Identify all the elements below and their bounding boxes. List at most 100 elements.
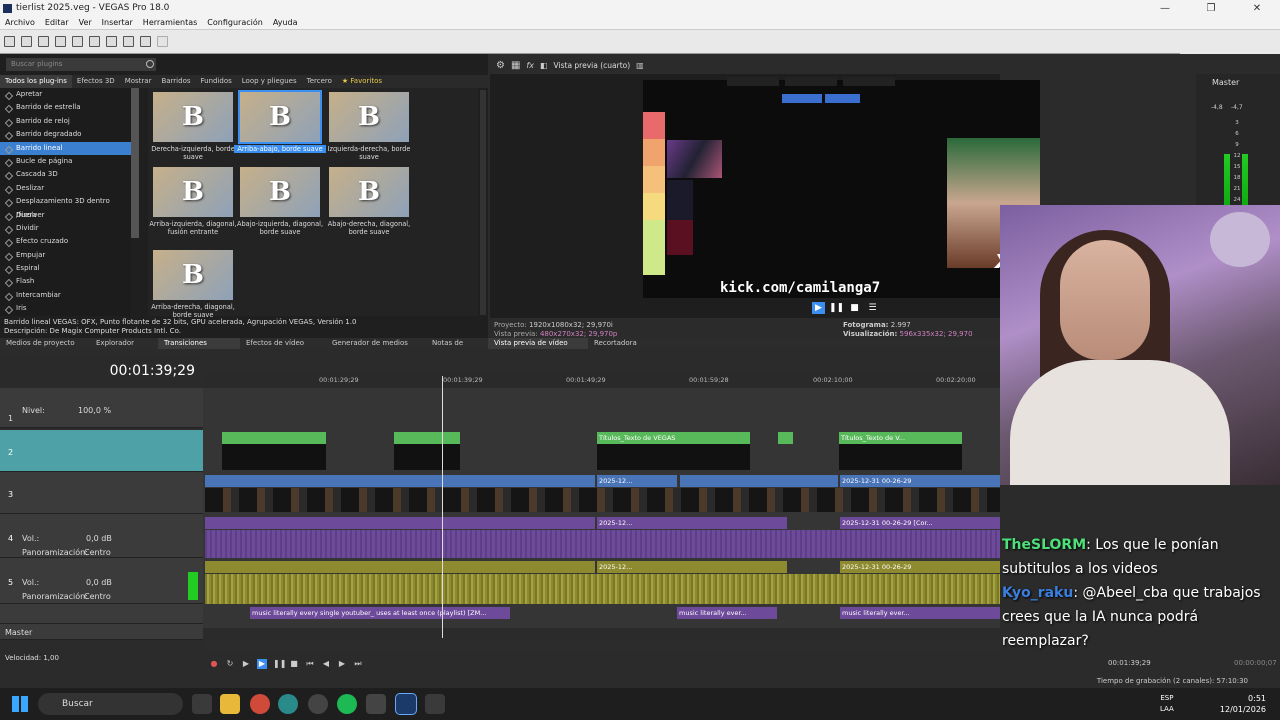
project-settings-icon[interactable]: ▦: [511, 60, 520, 71]
copilot-icon[interactable]: [192, 694, 212, 714]
preset-thumbnail[interactable]: B: [153, 167, 233, 217]
stop-icon[interactable]: ■: [289, 659, 299, 669]
menu-archivo[interactable]: Archivo: [0, 18, 40, 27]
record-icon[interactable]: ●: [209, 659, 219, 669]
language-indicator[interactable]: ESP LAA: [1160, 693, 1174, 715]
menu-insertar[interactable]: Insertar: [97, 18, 138, 27]
audio-clip[interactable]: 2025-12...: [597, 517, 787, 529]
save-as-icon[interactable]: [55, 36, 66, 47]
preset-thumbnail-selected[interactable]: B: [238, 90, 322, 144]
loop-icon[interactable]: ↻: [225, 659, 235, 669]
title-clip[interactable]: Títulos_Texto de VEGAS: [597, 432, 750, 444]
taskbar-clock[interactable]: 0:51 12/01/2026: [1220, 693, 1266, 715]
play-icon[interactable]: ▶: [812, 302, 825, 314]
list-item[interactable]: Espiral: [0, 262, 131, 275]
audio-clip[interactable]: 2025-12...: [597, 561, 787, 573]
list-item[interactable]: Barrido degradado: [0, 128, 131, 141]
music-track-header[interactable]: [0, 604, 203, 624]
tab-media-generator[interactable]: Generador de medios: [326, 338, 426, 349]
preset-thumbnail[interactable]: B: [153, 92, 233, 142]
steam-icon[interactable]: [425, 694, 445, 714]
video-clip[interactable]: [205, 475, 595, 487]
menu-icon[interactable]: ☰: [866, 302, 879, 314]
master-track-header[interactable]: Master: [0, 624, 203, 640]
audio-clip[interactable]: 2025-12-31 00-26-29 [Cor...: [840, 517, 1000, 529]
menu-ver[interactable]: Ver: [74, 18, 97, 27]
play-icon[interactable]: ▶: [257, 658, 267, 669]
list-item[interactable]: Cascada 3D: [0, 168, 131, 181]
preset-thumbnail[interactable]: B: [240, 167, 320, 217]
properties-icon[interactable]: [72, 36, 83, 47]
title-clip-body[interactable]: [394, 444, 460, 470]
list-item[interactable]: Bucle de página: [0, 155, 131, 168]
tab-all-plugins[interactable]: Todos los plug-ins: [0, 75, 72, 88]
playhead-cursor[interactable]: [442, 376, 443, 638]
preset-thumbnail[interactable]: B: [153, 250, 233, 300]
tab-video-effects[interactable]: Efectos de vídeo: [240, 338, 326, 349]
video-clip[interactable]: 2025-12-31 00-26-29: [840, 475, 1000, 487]
list-item[interactable]: Disolver: [0, 209, 131, 222]
save-icon[interactable]: [38, 36, 49, 47]
video-clip[interactable]: [680, 475, 838, 487]
undo-icon[interactable]: [140, 36, 151, 47]
music-clip[interactable]: music literally ever...: [677, 607, 777, 619]
windows-start-icon[interactable]: [12, 696, 28, 712]
audio-track-header-5[interactable]: 5 Vol.: 0,0 dB Panoramización: Centro: [0, 558, 203, 604]
video-filmstrip[interactable]: [205, 488, 1000, 512]
video-track-header-1[interactable]: 1 Nivel: 100,0 %: [0, 388, 203, 428]
audio-clip[interactable]: [205, 561, 595, 573]
timeline-scrollbar[interactable]: [203, 640, 1000, 650]
list-item[interactable]: Dividir: [0, 222, 131, 235]
title-clip[interactable]: Títulos_Texto de V...: [839, 432, 962, 444]
audio-clip[interactable]: 2025-12-31 00-26-29: [840, 561, 1000, 573]
preset-scrollbar[interactable]: [480, 90, 486, 315]
tab-3d-effects[interactable]: Efectos 3D: [72, 75, 120, 88]
cut-icon[interactable]: [89, 36, 100, 47]
menu-configuracion[interactable]: Configuración: [202, 18, 268, 27]
list-item[interactable]: Barrido de reloj: [0, 115, 131, 128]
tab-third-party[interactable]: Tercero: [302, 75, 337, 88]
file-explorer-icon[interactable]: [220, 694, 240, 714]
video-track-header-2[interactable]: 2: [0, 430, 203, 472]
play-from-start-icon[interactable]: ▶: [241, 659, 251, 669]
taskbar-search[interactable]: Buscar: [38, 693, 183, 715]
list-scrollbar[interactable]: [131, 88, 139, 238]
maximize-button[interactable]: ❐: [1188, 0, 1234, 16]
audio-clip[interactable]: [205, 517, 595, 529]
discord-icon[interactable]: [366, 694, 386, 714]
tab-wipes[interactable]: Barridos: [156, 75, 195, 88]
tab-project-media[interactable]: Medios de proyecto: [0, 338, 90, 349]
close-button[interactable]: ✕: [1234, 0, 1280, 16]
tab-trimmer[interactable]: Recortadora: [588, 338, 643, 349]
copy-icon[interactable]: [106, 36, 117, 47]
gear-icon[interactable]: ⚙: [496, 60, 505, 71]
list-item[interactable]: Iris: [0, 302, 131, 315]
preset-thumbnail[interactable]: B: [329, 167, 409, 217]
video-track-header-3[interactable]: 3: [0, 472, 203, 514]
redo-icon[interactable]: [157, 36, 168, 47]
go-start-icon[interactable]: ⏮: [305, 659, 315, 669]
tab-transitions[interactable]: Transiciones: [158, 338, 240, 349]
menu-herramientas[interactable]: Herramientas: [138, 18, 203, 27]
timeline-ruler[interactable]: 00:01:29;29 00:01:39;29 00:01:49;29 00:0…: [203, 374, 1000, 388]
paste-icon[interactable]: [123, 36, 134, 47]
title-clip-body[interactable]: [222, 444, 326, 470]
preset-thumbnail[interactable]: B: [329, 92, 409, 142]
audio-track-header-4[interactable]: 4 Vol.: 0,0 dB Panoramización: Centro: [0, 514, 203, 558]
spotify-icon[interactable]: [337, 694, 357, 714]
list-item[interactable]: Deslizar: [0, 182, 131, 195]
preview-quality-select[interactable]: Vista previa (cuarto): [554, 61, 631, 70]
menu-editar[interactable]: Editar: [40, 18, 74, 27]
music-clip[interactable]: music literally ever...: [840, 607, 1000, 619]
tab-notes[interactable]: Notas de: [426, 338, 488, 349]
title-clip-body[interactable]: [839, 444, 962, 470]
list-item[interactable]: Flash: [0, 275, 131, 288]
list-item-selected[interactable]: Barrido lineal: [0, 141, 131, 155]
tab-video-preview[interactable]: Vista previa de vídeo: [488, 338, 588, 349]
tab-loops[interactable]: Loop y pliegues: [237, 75, 302, 88]
music-clip[interactable]: music literally every single youtuber_ u…: [250, 607, 510, 619]
search-icon[interactable]: [146, 60, 154, 68]
list-item[interactable]: Apretar: [0, 88, 131, 101]
open-folder-icon[interactable]: [21, 36, 32, 47]
title-clip[interactable]: [778, 432, 793, 444]
